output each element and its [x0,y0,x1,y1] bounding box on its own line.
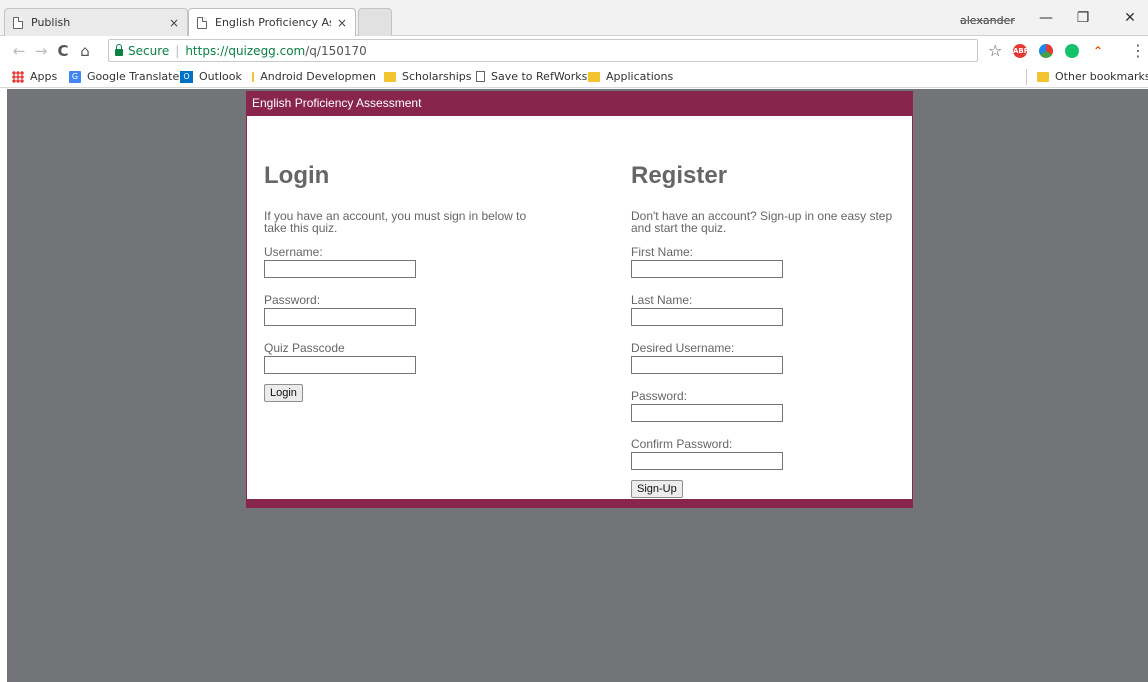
close-window-button[interactable]: ✕ [1118,8,1142,28]
url-field[interactable]: Secure | https:// quizegg.com /q/150170 [108,39,978,62]
menu-icon[interactable]: ⋮ [1130,41,1146,60]
password-label: Password: [264,293,321,307]
register-password-label: Password: [631,389,688,403]
last-name-label: Last Name: [631,293,693,307]
bookmark-label: Applications [606,70,674,83]
tab-strip: Publish × English Proficiency Asses × al… [0,0,1148,36]
apps-icon [12,70,24,83]
url-host: quizegg.com [228,43,306,58]
bookmark-other-bookmarks[interactable]: Other bookmarks [1037,70,1148,83]
confirm-password-input[interactable] [631,452,783,470]
username-input[interactable] [264,260,416,278]
lock-icon [115,43,123,56]
desired-username-input[interactable] [631,356,783,374]
tab-english-proficiency[interactable]: English Proficiency Asses × [188,8,356,36]
register-intro: Don't have an account? Sign-up in one ea… [631,209,893,235]
bookmark-scholarships[interactable]: Scholarships [384,70,472,83]
bookmark-label: Outlook [199,70,242,83]
bookmark-save-to-refworks[interactable]: Save to RefWorks [476,70,587,83]
bookmark-label: Apps [30,70,58,83]
login-section: Login If you have an account, you must s… [264,162,534,402]
extension-icon[interactable] [1039,44,1053,58]
desired-username-label: Desired Username: [631,341,735,355]
bookmarks-bar: Apps G Google Translate O Outlook Androi… [0,66,1148,88]
register-section: Register Don't have an account? Sign-up … [631,162,901,498]
bookmark-google-translate[interactable]: G Google Translate [69,70,179,83]
confirm-password-label: Confirm Password: [631,437,733,451]
home-button[interactable]: ⌂ [74,42,96,60]
bookmark-android-development[interactable]: Android Developmen [252,70,376,83]
url-scheme: https:// [185,43,229,58]
quiz-card: English Proficiency Assessment Login If … [246,91,913,508]
tab-publish[interactable]: Publish × [4,8,188,36]
page-icon [197,16,207,29]
folder-icon [252,71,255,82]
login-title: Login [264,162,330,189]
tab-title: Publish [31,16,71,29]
bookmark-label: Scholarships [402,70,472,83]
bookmark-outlook[interactable]: O Outlook [180,70,242,83]
extension-arrow-icon[interactable]: ⌃ [1091,44,1105,58]
bookmark-label: Save to RefWorks [491,70,588,83]
login-intro: If you have an account, you must sign in… [264,209,527,235]
google-translate-icon: G [69,70,81,83]
new-tab-button[interactable] [358,8,392,36]
url-path: /q/150170 [305,43,367,58]
first-name-label: First Name: [631,245,694,259]
quiz-header: English Proficiency Assessment [247,92,912,116]
last-name-input[interactable] [631,308,783,326]
bookmark-label: Google Translate [87,70,180,83]
adblock-icon[interactable]: ABP [1013,44,1029,58]
folder-icon [384,71,396,82]
folder-icon [588,71,600,82]
secure-label: Secure [128,43,170,58]
close-tab-icon[interactable]: × [169,16,179,30]
register-title: Register [631,162,728,189]
first-name-input[interactable] [631,260,783,278]
quiz-passcode-input[interactable] [264,356,416,374]
tab-title: English Proficiency Asses [215,16,331,29]
quiz-footer [247,499,912,507]
username-label: Username: [264,245,323,259]
page-icon [476,71,485,82]
outlook-icon: O [180,70,193,83]
close-tab-icon[interactable]: × [337,16,347,30]
bookmarks-divider [1026,69,1027,85]
bookmark-star-icon[interactable]: ☆ [988,41,1002,60]
reload-button[interactable]: C [52,42,74,60]
minimize-button[interactable]: — [1034,8,1058,28]
forward-button[interactable]: → [30,42,52,60]
sign-up-button[interactable]: Sign-Up [631,480,683,498]
back-button[interactable]: ← [8,42,30,60]
address-bar: ← → C ⌂ Secure | https:// quizegg.com /q… [0,37,1148,65]
folder-icon [1037,71,1049,82]
password-input[interactable] [264,308,416,326]
quiz-passcode-label: Quiz Passcode [264,341,345,355]
grammarly-icon[interactable] [1065,44,1079,58]
login-button[interactable]: Login [264,384,303,402]
profile-name[interactable]: alexander [960,14,1015,27]
register-password-input[interactable] [631,404,783,422]
url-separator: | [175,43,180,58]
bookmark-applications[interactable]: Applications [588,70,673,83]
page-icon [13,16,23,29]
bookmark-label: Android Developmen [260,70,376,83]
bookmark-apps[interactable]: Apps [12,70,57,83]
restore-button[interactable]: ❐ [1071,8,1095,28]
page-viewport: English Proficiency Assessment Login If … [7,89,1148,682]
bookmark-label: Other bookmarks [1055,70,1148,83]
